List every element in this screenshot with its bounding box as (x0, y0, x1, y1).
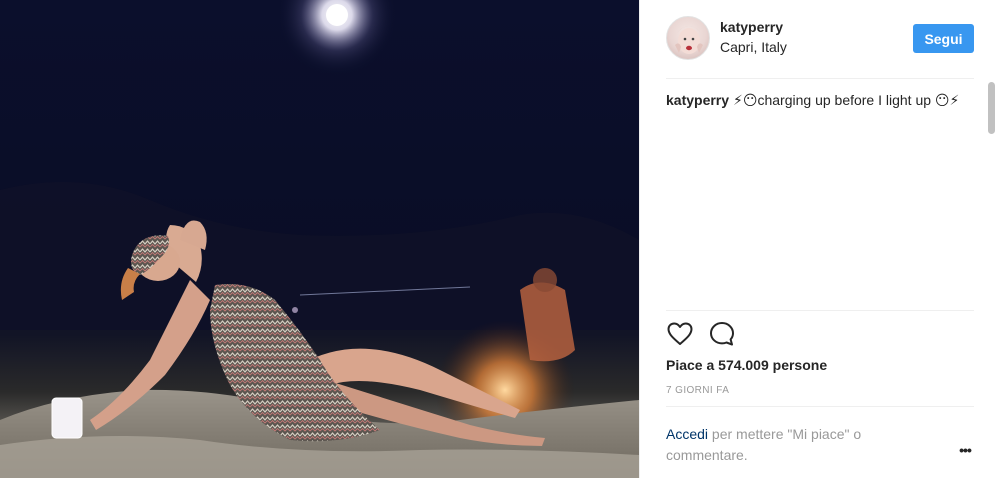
avatar[interactable] (666, 16, 710, 60)
header-location[interactable]: Capri, Italy (720, 39, 787, 55)
avatar-image (675, 26, 703, 54)
comment-bubble-icon (710, 322, 734, 346)
caption-text: ⚡😶charging up before I light up 😶⚡ (733, 92, 960, 108)
post-header: katyperry Capri, Italy Segui (640, 0, 1000, 78)
comment-button[interactable] (708, 320, 736, 348)
post-side-panel: katyperry Capri, Italy Segui katyperry ⚡😶… (639, 0, 1000, 478)
more-options-button[interactable]: ••• (954, 440, 976, 460)
login-prompt: Accedi per mettere "Mi piace" o commenta… (666, 424, 926, 466)
header-username[interactable]: katyperry (720, 19, 783, 35)
post-timestamp[interactable]: 7 GIORNI FA (666, 385, 729, 396)
post-photo[interactable] (0, 0, 639, 478)
follow-button[interactable]: Segui (913, 24, 974, 53)
post-photo-illustration (0, 0, 639, 478)
caption-username[interactable]: katyperry (666, 92, 729, 108)
heart-outline-icon (667, 322, 693, 345)
like-button[interactable] (666, 320, 694, 348)
likes-count[interactable]: Piace a 574.009 persone (666, 357, 827, 373)
divider (666, 310, 974, 311)
caption: katyperry ⚡😶charging up before I light up… (666, 90, 966, 111)
comments-list: katyperry ⚡😶charging up before I light up… (666, 90, 966, 310)
login-link[interactable]: Accedi (666, 426, 708, 442)
action-bar (666, 320, 736, 350)
comments-scrollbar[interactable] (988, 82, 995, 134)
divider (666, 78, 974, 79)
divider (666, 406, 974, 407)
